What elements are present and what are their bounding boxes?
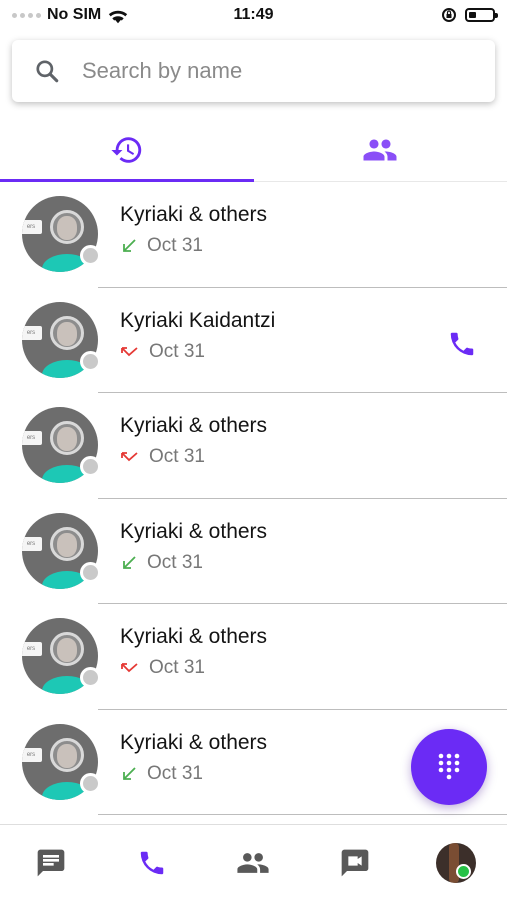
nav-profile[interactable] [426, 833, 486, 893]
search-bar[interactable] [12, 40, 495, 102]
call-list-item[interactable]: ers Kyriaki Kaidantzi Oct 31 [0, 288, 507, 393]
nav-calls[interactable] [122, 833, 182, 893]
contact-name: Kyriaki & others [120, 730, 268, 754]
contact-name: Kyriaki & others [120, 519, 268, 543]
rotation-lock-icon [442, 8, 456, 22]
call-list: ers Kyriaki & others Oct 31 ers Kyriaki … [0, 182, 507, 815]
contact-name: Kyriaki Kaidantzi [120, 308, 276, 332]
presence-indicator [80, 667, 101, 688]
nav-contacts[interactable] [223, 833, 283, 893]
nav-chats[interactable] [21, 833, 81, 893]
presence-indicator [80, 772, 101, 794]
incoming-call-icon [123, 766, 136, 780]
search-icon [12, 58, 82, 84]
status-bar: No SIM 11:49 [0, 0, 507, 30]
presence-indicator [80, 350, 101, 372]
divider [98, 814, 507, 815]
incoming-call-icon [123, 239, 136, 252]
missed-call-icon [121, 663, 138, 673]
call-date: Oct 31 [149, 340, 205, 362]
profile-avatar [436, 842, 477, 883]
call-date: Oct 31 [147, 762, 203, 784]
people-icon [237, 852, 270, 873]
nav-video[interactable] [325, 833, 385, 893]
contact-name: Kyriaki & others [120, 203, 268, 226]
phone-icon [140, 851, 164, 874]
call-date: Oct 31 [147, 235, 203, 256]
search-input[interactable] [82, 58, 495, 84]
signal-icon [12, 12, 41, 18]
call-list-item[interactable]: ers Kyriaki & others Oct 31 [0, 393, 507, 499]
incoming-call-icon [123, 555, 136, 569]
presence-indicator [80, 245, 101, 266]
phone-icon [450, 332, 474, 355]
call-date: Oct 31 [147, 551, 203, 573]
missed-call-icon [121, 452, 138, 462]
contact-name: Kyriaki & others [120, 414, 268, 437]
status-time: 11:49 [233, 6, 274, 23]
missed-call-icon [121, 346, 138, 356]
tab-bar [0, 118, 507, 182]
call-date: Oct 31 [149, 657, 205, 678]
online-indicator [456, 863, 472, 879]
call-list-item[interactable]: ers Kyriaki & others Oct 31 [0, 604, 507, 710]
carrier-label: No SIM [47, 6, 102, 23]
contact-name: Kyriaki & others [120, 625, 268, 648]
chat-icon [37, 849, 65, 876]
history-icon [111, 136, 141, 163]
presence-indicator [80, 561, 101, 583]
bottom-navigation [0, 824, 507, 900]
presence-indicator [80, 456, 101, 477]
tab-recents[interactable] [0, 118, 254, 182]
battery-icon [465, 8, 498, 22]
video-icon [341, 849, 369, 876]
dialpad-button[interactable] [411, 729, 487, 805]
tab-contacts[interactable] [254, 118, 507, 181]
call-date: Oct 31 [149, 446, 205, 467]
call-list-item[interactable]: ers Kyriaki & others Oct 31 [0, 499, 507, 604]
call-list-item[interactable]: ers Kyriaki & others Oct 31 [0, 182, 507, 288]
call-button[interactable] [446, 328, 478, 360]
wifi-icon [109, 10, 128, 23]
contacts-icon [363, 139, 397, 160]
dialpad-icon [438, 753, 460, 780]
